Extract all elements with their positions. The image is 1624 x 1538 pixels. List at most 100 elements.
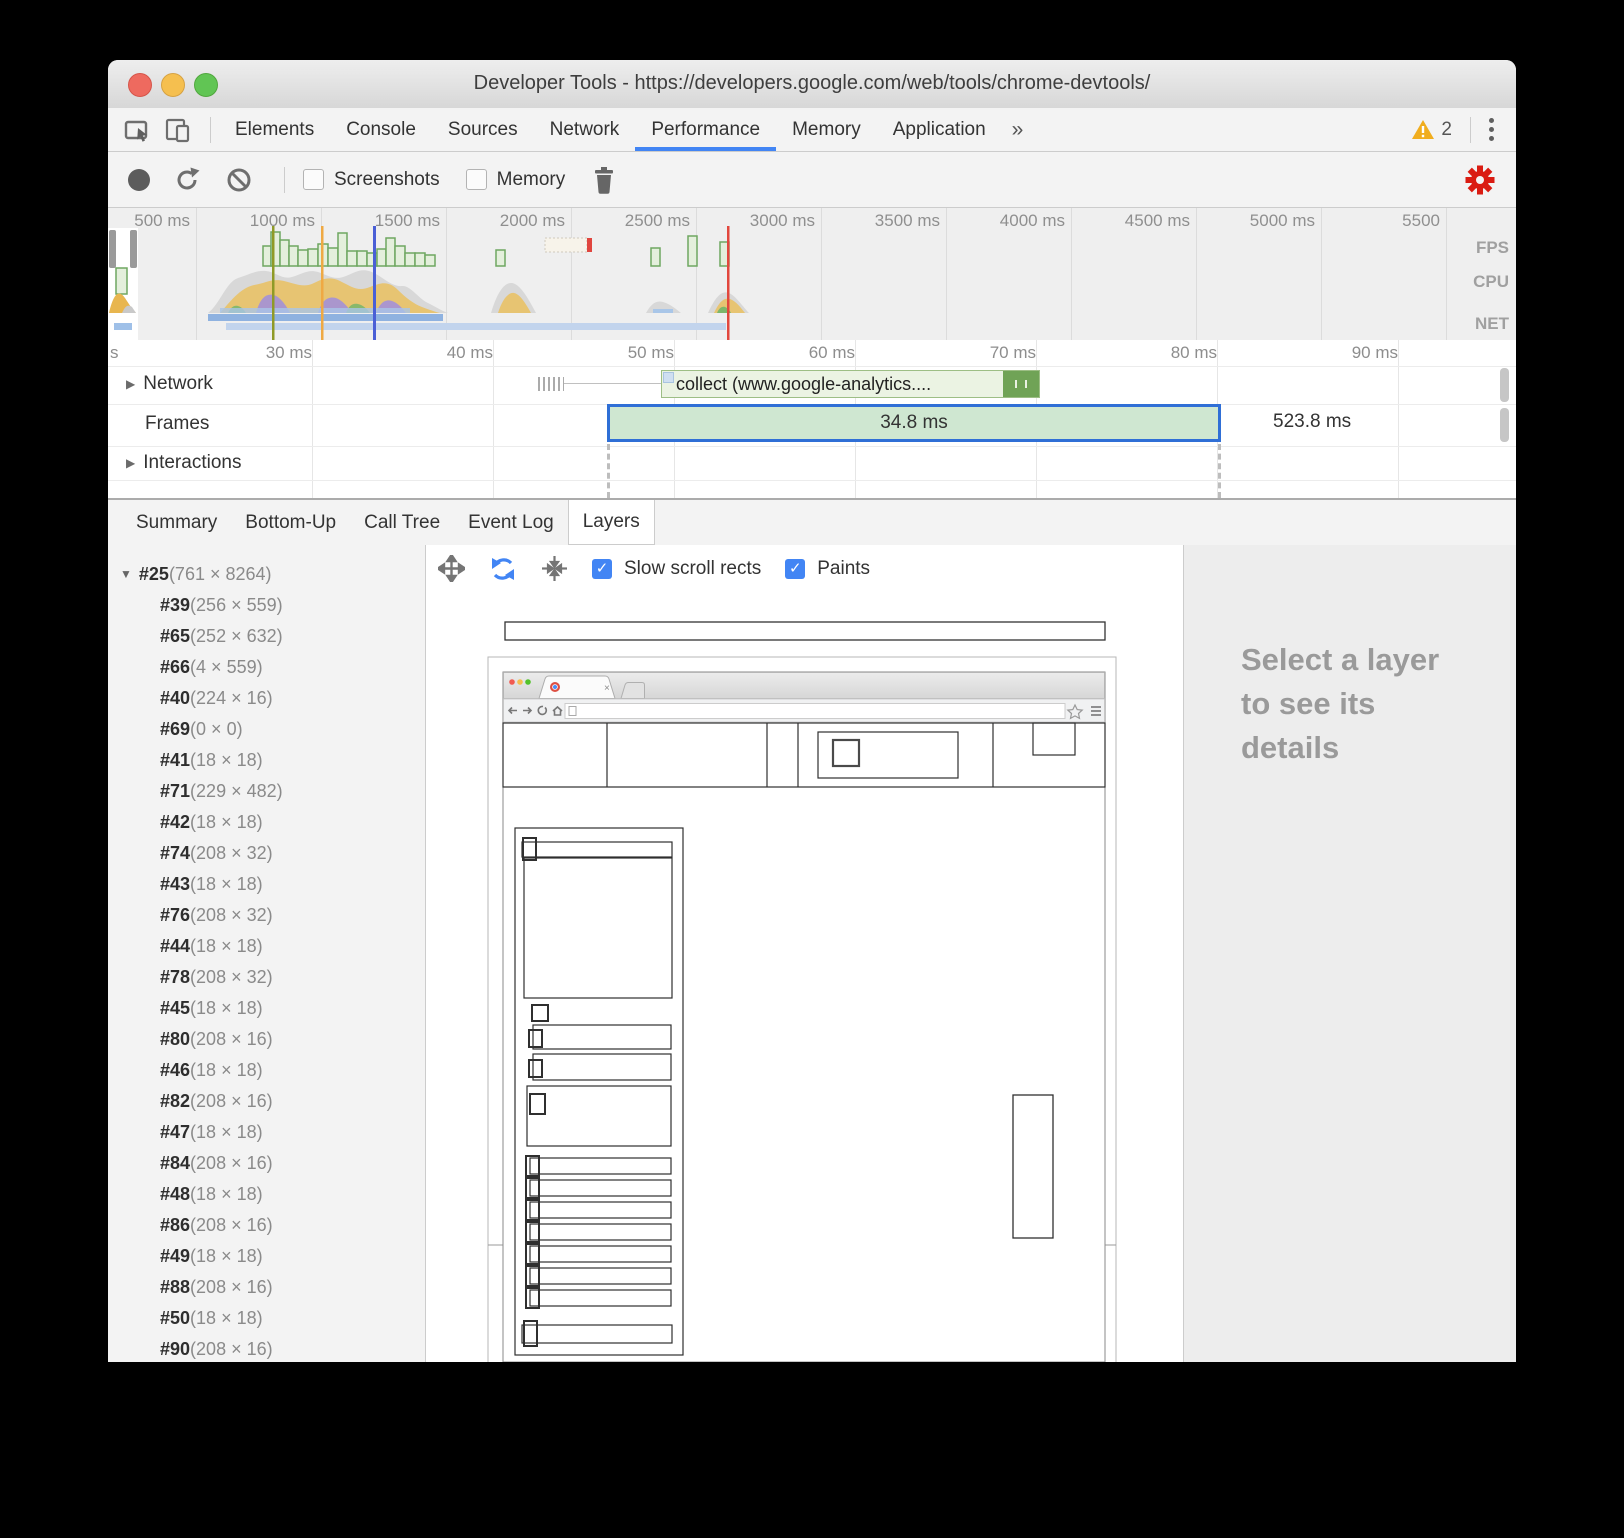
clipped-ruler-label: s (110, 343, 119, 363)
layer-row[interactable]: #76(208 × 32) (108, 900, 425, 931)
net-lane-label: NET (1475, 314, 1509, 334)
record-button[interactable] (128, 169, 150, 191)
divider (284, 167, 285, 193)
screenshots-label: Screenshots (334, 169, 440, 191)
memory-label: Memory (497, 169, 566, 191)
layer-row[interactable]: #90(208 × 16) (108, 1334, 425, 1362)
clear-recording-icon[interactable] (224, 165, 254, 195)
layer-canvas-toolbar: ✓ Slow scroll rects ✓ Paints (426, 545, 1183, 592)
pan-mode-icon[interactable] (438, 555, 465, 582)
collapse-triangle-icon[interactable]: ▼ (120, 559, 132, 590)
details-tabbar: Summary Bottom-Up Call Tree Event Log La… (108, 498, 1516, 545)
tab-network[interactable]: Network (534, 108, 636, 151)
network-request-download-segment (1003, 371, 1039, 397)
layer-row[interactable]: #42(18 × 18) (108, 807, 425, 838)
reload-and-profile-icon[interactable] (172, 165, 202, 195)
selected-frame-bar[interactable]: 34.8 ms (607, 404, 1221, 442)
layer-row[interactable]: #84(208 × 16) (108, 1148, 425, 1179)
devtools-menu-icon[interactable] (1479, 114, 1504, 145)
rotate-mode-icon[interactable] (489, 555, 517, 583)
network-track-scrollbar[interactable] (1500, 368, 1509, 402)
device-toolbar-icon[interactable] (162, 114, 194, 146)
frame-boundary-left (607, 444, 610, 498)
network-request-bar[interactable]: collect (www.google-analytics.... (661, 370, 1040, 398)
layer-row[interactable]: #65(252 × 632) (108, 621, 425, 652)
reset-view-icon[interactable] (541, 555, 568, 582)
timeline-overview[interactable]: 500 ms1000 ms1500 ms2000 ms2500 ms3000 m… (108, 208, 1516, 341)
layers-panel: ▼ #25(761 × 8264) #39(256 × 559) #65(252… (108, 545, 1516, 1362)
layer-wireframe[interactable]: × (426, 545, 1183, 1362)
layer-row[interactable]: #49(18 × 18) (108, 1241, 425, 1272)
expand-triangle-icon[interactable]: ▶ (126, 377, 135, 391)
layer-row[interactable]: #82(208 × 16) (108, 1086, 425, 1117)
layer-row[interactable]: #47(18 × 18) (108, 1117, 425, 1148)
layer-row[interactable]: #39(256 × 559) (108, 590, 425, 621)
tab-layers[interactable]: Layers (568, 500, 655, 545)
frames-track-scrollbar[interactable] (1500, 408, 1509, 442)
inspect-element-icon[interactable] (122, 114, 154, 146)
layer-row[interactable]: #45(18 × 18) (108, 993, 425, 1024)
tab-application[interactable]: Application (877, 108, 1002, 151)
layer-row[interactable]: #86(208 × 16) (108, 1210, 425, 1241)
layer-row[interactable]: #69(0 × 0) (108, 714, 425, 745)
layer-row[interactable]: #88(208 × 16) (108, 1272, 425, 1303)
fps-lane-label: FPS (1476, 238, 1509, 258)
tab-call-tree[interactable]: Call Tree (350, 500, 454, 545)
garbage-collect-icon[interactable] (591, 165, 617, 195)
layer-row[interactable]: #80(208 × 16) (108, 1024, 425, 1055)
performance-toolbar: Screenshots Memory (108, 152, 1516, 208)
svg-text:×: × (604, 683, 610, 694)
window-title: Developer Tools - https://developers.goo… (108, 72, 1516, 95)
overview-chart[interactable] (108, 208, 1516, 340)
tab-performance[interactable]: Performance (635, 108, 776, 151)
frame-boundary-right (1218, 444, 1221, 498)
tab-summary[interactable]: Summary (122, 500, 231, 545)
network-request-ticks (538, 377, 564, 391)
memory-checkbox[interactable] (466, 169, 487, 190)
slow-scroll-rects-checkbox[interactable]: ✓ (592, 559, 612, 579)
devtools-tabbar: Elements Console Sources Network Perform… (108, 108, 1516, 152)
tab-bottom-up[interactable]: Bottom-Up (231, 500, 350, 545)
detail-ruler-tick: 40 ms (323, 340, 494, 498)
layer-row[interactable]: #74(208 × 32) (108, 838, 425, 869)
layer-row[interactable]: #48(18 × 18) (108, 1179, 425, 1210)
layer-row-root[interactable]: ▼ #25(761 × 8264) (108, 559, 425, 590)
timeline-tracks[interactable]: 30 ms40 ms50 ms60 ms70 ms80 ms90 ms s ▶ … (108, 340, 1516, 498)
layer-details-pane: Select a layer to see its details (1183, 545, 1516, 1362)
paints-label: Paints (817, 558, 870, 580)
more-tabs-chevron[interactable]: » (1002, 118, 1034, 142)
layer-canvas[interactable]: ✓ Slow scroll rects ✓ Paints (426, 545, 1183, 1362)
tab-elements[interactable]: Elements (219, 108, 330, 151)
overview-left-handle (109, 230, 116, 268)
layer-row[interactable]: #50(18 × 18) (108, 1303, 425, 1334)
request-source-icon (663, 372, 674, 383)
paints-checkbox[interactable]: ✓ (785, 559, 805, 579)
warning-icon (1411, 119, 1435, 141)
layer-row[interactable]: #40(224 × 16) (108, 683, 425, 714)
devtools-window: Developer Tools - https://developers.goo… (108, 60, 1516, 1362)
screenshots-checkbox[interactable] (303, 169, 324, 190)
screenshot-root: { "titlebar": {"title": "Developer Tools… (0, 0, 1624, 1538)
layer-row[interactable]: #41(18 × 18) (108, 745, 425, 776)
frames-track-header[interactable]: Frames (145, 413, 209, 435)
layer-row[interactable]: #46(18 × 18) (108, 1055, 425, 1086)
overview-right-handle (130, 230, 137, 268)
layer-row[interactable]: #78(208 × 32) (108, 962, 425, 993)
cpu-lane-label: CPU (1473, 272, 1509, 292)
expand-triangle-icon[interactable]: ▶ (126, 456, 135, 470)
layer-row[interactable]: #71(229 × 482) (108, 776, 425, 807)
tab-memory[interactable]: Memory (776, 108, 877, 151)
titlebar: Developer Tools - https://developers.goo… (108, 60, 1516, 109)
layer-row[interactable]: #43(18 × 18) (108, 869, 425, 900)
tab-event-log[interactable]: Event Log (454, 500, 568, 545)
tab-console[interactable]: Console (330, 108, 432, 151)
console-warnings[interactable]: 2 (1411, 119, 1452, 141)
tab-sources[interactable]: Sources (432, 108, 534, 151)
next-frame-duration: 523.8 ms (1273, 411, 1351, 433)
layer-row[interactable]: #66(4 × 559) (108, 652, 425, 683)
slow-scroll-rects-label: Slow scroll rects (624, 558, 761, 580)
capture-settings-gear-icon[interactable] (1464, 164, 1496, 196)
network-track-header[interactable]: ▶ Network (126, 373, 213, 395)
interactions-track-header[interactable]: ▶ Interactions (126, 452, 241, 474)
layer-row[interactable]: #44(18 × 18) (108, 931, 425, 962)
